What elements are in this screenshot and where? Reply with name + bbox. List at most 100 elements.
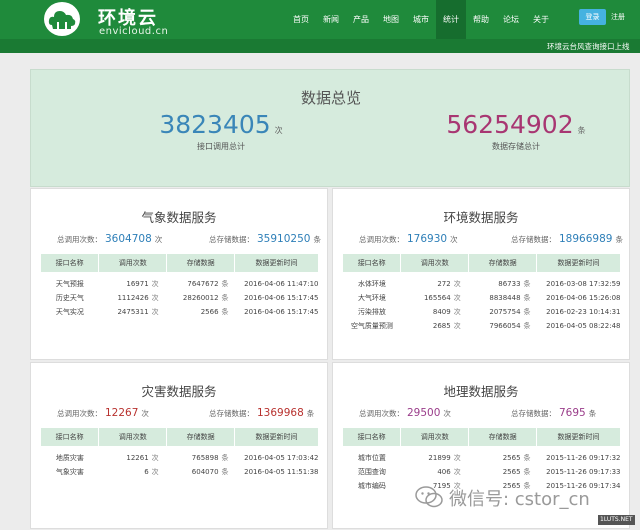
- nav-item-cities[interactable]: 城市: [406, 0, 436, 39]
- total-calls-unit: 次: [141, 409, 149, 418]
- storage-cell: 8838448 条: [469, 291, 537, 305]
- api-name-cell[interactable]: 水体环境: [343, 272, 401, 291]
- storage-cell-unit: 条: [221, 280, 229, 288]
- nav-item-home[interactable]: 首页: [286, 0, 316, 39]
- table-row: 天气预报 16971 次 7647672 条 2016-04-06 11:47:10: [41, 272, 319, 291]
- calls-cell-value: 12261: [126, 454, 149, 462]
- nav-item-help[interactable]: 帮助: [466, 0, 496, 39]
- api-name-cell[interactable]: 气象灾害: [41, 465, 99, 479]
- calls-total-value: 3823405: [159, 110, 271, 139]
- nav-item-forum[interactable]: 论坛: [496, 0, 526, 39]
- table-header-row: 接口名称 调用次数 存储数据 数据更新时间: [41, 428, 319, 446]
- calls-cell-value: 272: [437, 280, 451, 288]
- api-name-cell-value: 水体环境: [357, 280, 386, 288]
- calls-cell: 12261 次: [99, 446, 167, 465]
- environment-service-panel: 环境数据服务 总调用次数： 176930 次 总存储数据： 18966989 条 接口名…: [332, 188, 630, 360]
- total-calls-unit: 次: [443, 409, 451, 418]
- nav-item-statistics[interactable]: 统计: [436, 0, 466, 39]
- calls-cell: 16971 次: [99, 272, 167, 291]
- total-calls-value: 12267: [105, 407, 139, 419]
- column-header: 调用次数: [98, 428, 168, 446]
- api-name-cell[interactable]: 污染排放: [343, 305, 401, 319]
- column-header: 存储数据: [166, 428, 236, 446]
- watermark-text: 微信号: cstor_cn: [449, 489, 590, 510]
- table-row: 气象灾害 6 次 604070 条 2016-04-05 11:51:38: [41, 465, 319, 479]
- storage-cell: 86733 条: [469, 272, 537, 291]
- storage-cell: 2566 条: [167, 305, 235, 319]
- updated-time-cell: 2016-04-06 15:26:08: [537, 291, 620, 305]
- total-calls-label: 总调用次数：: [57, 235, 102, 244]
- calls-cell-value: 406: [437, 468, 451, 476]
- total-storage-value: 1369968: [257, 407, 304, 419]
- overview-title: 数据总览: [300, 89, 361, 107]
- column-header: 调用次数: [98, 254, 168, 272]
- api-name-cell-value: 城市编码: [357, 482, 386, 490]
- nav-item-about[interactable]: 关于: [526, 0, 556, 39]
- total-storage-label: 总存储数据：: [511, 235, 556, 244]
- calls-cell-unit: 次: [453, 308, 461, 316]
- main-content: 数据总览 3823405 次 接口调用总计 56254902 条 数据存储总计 气象…: [30, 69, 630, 529]
- top-navbar: 环境云 envicloud.cn 首页 新闻 产品 地图 城市 统计 帮助 论坛…: [0, 0, 640, 39]
- panel-title: 气象数据服务: [141, 210, 217, 225]
- total-calls-label: 总调用次数：: [359, 235, 404, 244]
- api-name-cell-value: 污染排放: [357, 308, 386, 316]
- table-row: 水体环境 272 次 86733 条 2016-03-08 17:32:59: [343, 272, 621, 291]
- total-calls-value: 29500: [407, 407, 441, 419]
- updated-time-cell-value: 2016-03-08 17:32:59: [546, 280, 621, 288]
- calls-cell: 21899 次: [401, 446, 469, 465]
- storage-cell-unit: 条: [221, 454, 229, 462]
- api-name-cell[interactable]: 城市位置: [343, 446, 401, 465]
- calls-total-label: 接口调用总计: [197, 142, 245, 151]
- api-name-cell[interactable]: 天气预报: [41, 272, 99, 291]
- api-name-cell[interactable]: 大气环境: [343, 291, 401, 305]
- api-name-cell[interactable]: 天气实况: [41, 305, 99, 319]
- brand-domain: envicloud.cn: [99, 26, 169, 37]
- api-name-cell[interactable]: 城市编码: [343, 479, 401, 493]
- brand-logo[interactable]: [44, 2, 80, 36]
- storage-cell-unit: 条: [523, 308, 531, 316]
- api-name-cell-value: 天气预报: [55, 280, 84, 288]
- calls-cell: 406 次: [401, 465, 469, 479]
- api-name-cell[interactable]: 历史天气: [41, 291, 99, 305]
- updated-time-cell: 2015-11-26 09:17:33: [537, 465, 620, 479]
- calls-cell-unit: 次: [453, 468, 461, 476]
- register-link[interactable]: 注册: [611, 9, 625, 25]
- storage-cell-unit: 条: [221, 468, 229, 476]
- api-name-cell[interactable]: 地质灾害: [41, 446, 99, 465]
- storage-cell: 28260012 条: [167, 291, 235, 305]
- table-row: 地质灾害 12261 次 765898 条 2016-04-05 17:03:42: [41, 446, 319, 465]
- nav-item-map[interactable]: 地图: [376, 0, 406, 39]
- total-storage-value: 7695: [559, 407, 586, 419]
- column-header: 调用次数: [400, 428, 470, 446]
- calls-cell-value: 1112426: [117, 294, 149, 302]
- column-header: 调用次数: [400, 254, 470, 272]
- storage-cell-unit: 条: [523, 468, 531, 476]
- cloud-hand-icon: [48, 11, 76, 29]
- calls-cell-unit: 次: [151, 454, 159, 462]
- table-row: 空气质量预测 2685 次 7966054 条 2016-04-05 08:22:48: [343, 319, 621, 333]
- calls-cell: 2685 次: [401, 319, 469, 333]
- calls-cell-unit: 次: [453, 294, 461, 302]
- login-button[interactable]: 登录: [579, 9, 606, 25]
- nav-item-news[interactable]: 新闻: [316, 0, 346, 39]
- calls-cell-value: 2685: [432, 322, 451, 330]
- table-row: 历史天气 1112426 次 28260012 条 2016-04-06 15:17:45: [41, 291, 319, 305]
- storage-cell-value: 2565: [502, 468, 521, 476]
- updated-time-cell: 2016-04-06 11:47:10: [235, 272, 318, 291]
- ticker-text[interactable]: 环境云台风查询接口上线: [547, 41, 630, 52]
- column-header: 存储数据: [468, 428, 538, 446]
- column-header: 接口名称: [343, 428, 402, 446]
- total-calls-value: 176930: [407, 233, 448, 245]
- table-row: 污染排放 8409 次 2075754 条 2016-02-23 10:14:31: [343, 305, 621, 319]
- calls-cell-unit: 次: [453, 280, 461, 288]
- panel-title: 环境数据服务: [443, 210, 519, 225]
- panel-title: 地理数据服务: [443, 384, 519, 399]
- nav-item-products[interactable]: 产品: [346, 0, 376, 39]
- updated-time-cell: 2016-03-08 17:32:59: [537, 272, 621, 291]
- api-name-cell[interactable]: 空气质量预测: [343, 319, 401, 333]
- api-name-cell[interactable]: 范围查询: [343, 465, 401, 479]
- total-storage-unit: 条: [313, 235, 321, 244]
- storage-cell-value: 765898: [191, 454, 219, 462]
- storage-cell-unit: 条: [523, 280, 531, 288]
- main-nav: 首页 新闻 产品 地图 城市 统计 帮助 论坛 关于: [286, 0, 556, 39]
